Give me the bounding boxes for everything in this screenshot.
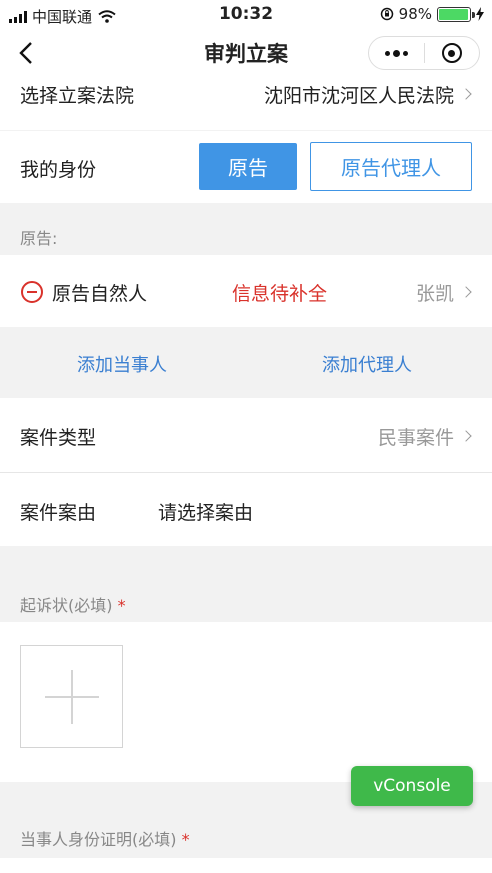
remove-circle-icon[interactable] (21, 281, 43, 303)
plaintiff-name: 张凯 (415, 283, 454, 305)
battery-percent: 98% (398, 5, 432, 23)
battery-level (439, 8, 469, 20)
case-type-row[interactable]: 案件类型 民事案件 (0, 398, 492, 472)
case-cause-row: 案件案由 请选择案由 (0, 473, 492, 546)
id-proof-label-text: 当事人身份证明(必填) (20, 830, 177, 849)
plaintiff-agent-option-button[interactable]: 原告代理人 (310, 142, 472, 191)
add-agent-link[interactable]: 添加代理人 (322, 351, 412, 377)
chevron-right-icon (460, 286, 472, 298)
target-icon (441, 43, 462, 63)
case-cause-selector[interactable]: 请选择案由 (158, 498, 253, 525)
more-button[interactable] (369, 37, 424, 69)
complaint-label-text: 起诉状(必填) (20, 596, 113, 615)
close-miniprogram-button[interactable] (425, 37, 480, 69)
upload-complaint-button[interactable] (20, 645, 123, 748)
orientation-lock-icon (380, 7, 393, 21)
status-bar: 中国联通 10:32 98% (0, 0, 492, 28)
miniprogram-capsule (368, 36, 480, 70)
required-mark: * (117, 596, 126, 615)
complaint-label: 起诉状(必填) * (20, 592, 126, 616)
battery-info: 98% (380, 5, 484, 23)
plaintiff-status: 信息待补全 (232, 283, 328, 305)
case-type-label: 案件类型 (20, 427, 97, 449)
chevron-right-icon (460, 88, 472, 100)
charging-bolt-icon (476, 7, 484, 21)
add-party-link[interactable]: 添加当事人 (77, 351, 167, 377)
court-row[interactable]: 选择立案法院 沈阳市沈河区人民法院 (0, 78, 492, 130)
court-value: 沈阳市沈河区人民法院 (263, 85, 454, 107)
identity-label: 我的身份 (20, 159, 97, 181)
plaintiff-type: 原告自然人 (52, 283, 148, 305)
plaintiff-option-button[interactable]: 原告 (199, 143, 297, 190)
battery-icon (437, 6, 475, 22)
chevron-right-icon (460, 430, 472, 442)
case-cause-label: 案件案由 (20, 502, 97, 524)
more-dots-icon (384, 49, 408, 57)
vconsole-button[interactable]: vConsole (351, 766, 473, 806)
court-label: 选择立案法院 (20, 85, 135, 107)
id-proof-upload-area (0, 858, 492, 873)
id-proof-label: 当事人身份证明(必填) * (20, 826, 190, 850)
required-mark: * (181, 830, 190, 849)
case-type-value: 民事案件 (377, 427, 454, 449)
navigation-bar: 审判立案 (0, 28, 492, 78)
plaintiff-section-label: 原告: (20, 229, 58, 248)
plaintiff-row[interactable]: 原告自然人 信息待补全 张凯 (0, 255, 492, 327)
